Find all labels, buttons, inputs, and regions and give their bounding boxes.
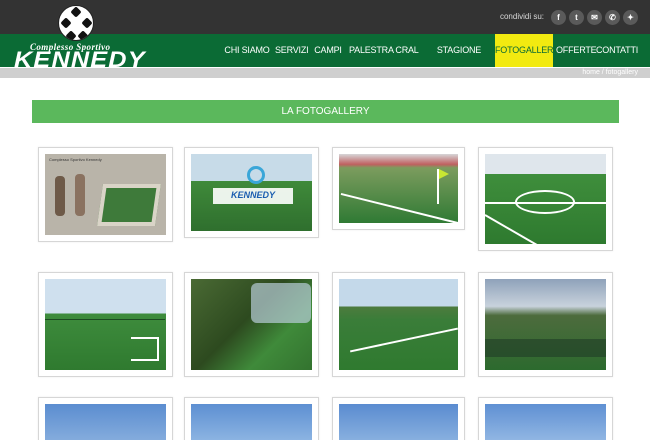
- gallery-photo-5[interactable]: [38, 272, 173, 377]
- main-content: [0, 78, 650, 440]
- whatsapp-icon[interactable]: ✆: [605, 10, 620, 25]
- nav-item-stagione[interactable]: STAGIONE 2016/17: [425, 34, 493, 88]
- gallery-photo-9[interactable]: [38, 397, 173, 440]
- gallery-photo-10[interactable]: [184, 397, 319, 440]
- gallery-title: LA FOTOGALLERY: [32, 100, 619, 123]
- nav-item-cral[interactable]: CRAL: [395, 34, 419, 67]
- gallery-image: [45, 404, 166, 440]
- gallery-photo-3[interactable]: [332, 147, 465, 230]
- gallery-photo-2[interactable]: KENNEDY: [184, 147, 319, 238]
- gallery-image: [485, 154, 606, 244]
- gallery-photo-12[interactable]: [478, 397, 613, 440]
- gallery-image: KENNEDY: [191, 154, 312, 231]
- nav-item-fotogallery[interactable]: FOTOGALLERY: [495, 34, 559, 67]
- gallery-photo-11[interactable]: [332, 397, 465, 440]
- gallery-photo-4[interactable]: [478, 147, 613, 251]
- gallery-image: [485, 279, 606, 370]
- twitter-icon[interactable]: t: [569, 10, 584, 25]
- breadcrumb[interactable]: home / fotogallery: [582, 68, 638, 78]
- soccer-ball-logo-icon[interactable]: [58, 5, 94, 41]
- gallery-image: [191, 279, 312, 370]
- nav-item-campi[interactable]: CAMPI: [313, 34, 343, 67]
- nav-item-palestra[interactable]: PALESTRA: [349, 34, 394, 67]
- nav-item-servizi[interactable]: SERVIZI: [275, 34, 309, 67]
- gallery-image: [191, 404, 312, 440]
- gallery-photo-8[interactable]: [478, 272, 613, 377]
- logo-title[interactable]: KENNEDY: [14, 47, 146, 73]
- gallery-image: [45, 279, 166, 370]
- facebook-icon[interactable]: f: [551, 10, 566, 25]
- messenger-icon[interactable]: ✦: [623, 10, 638, 25]
- gallery-photo-7[interactable]: [332, 272, 465, 377]
- email-icon[interactable]: ✉: [587, 10, 602, 25]
- gallery-image: [339, 279, 458, 370]
- gallery-image: [485, 404, 606, 440]
- gallery-photo-1[interactable]: Complesso Sportivo Kennedy: [38, 147, 173, 242]
- nav-item-chi-siamo[interactable]: CHI SIAMO: [224, 34, 270, 67]
- gallery-image: [339, 404, 458, 440]
- nav-item-contatti[interactable]: CONTATTI: [596, 34, 638, 67]
- nav-item-offerte[interactable]: OFFERTE: [556, 34, 597, 67]
- gallery-image: Complesso Sportivo Kennedy: [45, 154, 166, 235]
- gallery-image: [339, 154, 458, 223]
- gallery-photo-6[interactable]: [184, 272, 319, 377]
- share-label: condividi su:: [499, 12, 544, 21]
